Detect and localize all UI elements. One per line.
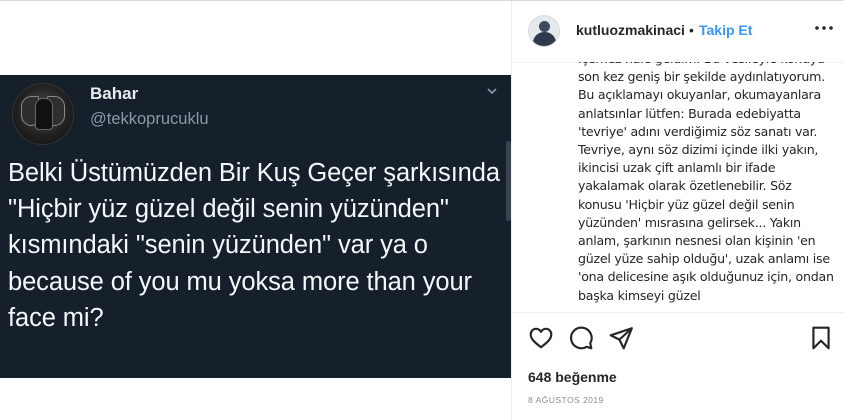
post-username[interactable]: kutluozmakinaci — [576, 22, 685, 38]
tweet-author-handle: @tekkoprucuklu — [90, 110, 209, 128]
chevron-down-icon — [487, 88, 497, 95]
action-bar — [512, 312, 844, 368]
tweet-avatar — [12, 83, 74, 145]
post-header: kutluozmakinaci • Takip Et — [512, 1, 844, 63]
instagram-post: Bahar @tekkoprucuklu Belki Üstümüzden Bi… — [0, 0, 844, 420]
comment-icon[interactable] — [568, 325, 594, 351]
follow-button[interactable]: Takip Et — [699, 22, 752, 38]
caption-scroll-area[interactable]: içemez hale geldim. Bu vesileyle konuyu … — [512, 62, 844, 311]
share-icon[interactable] — [608, 325, 634, 351]
tweet-author-name: Bahar — [90, 84, 139, 103]
bookmark-icon[interactable] — [808, 325, 834, 351]
post-date[interactable]: 8 AĞUSTOS 2019 — [528, 395, 604, 405]
more-icon[interactable] — [814, 24, 834, 32]
avatar[interactable] — [528, 15, 560, 47]
separator-dot: • — [689, 22, 694, 38]
caption-text: içemez hale geldim. Bu vesileyle konuyu … — [578, 62, 834, 303]
heart-icon[interactable] — [528, 325, 554, 351]
post-side-panel: kutluozmakinaci • Takip Et içemez hale g… — [511, 1, 844, 420]
tweet-text: Belki Üstümüzden Bir Kuş Geçer şarkısınd… — [8, 159, 500, 332]
like-count[interactable]: 648 beğenme — [528, 369, 617, 385]
post-media-tweet-screenshot: Bahar @tekkoprucuklu Belki Üstümüzden Bi… — [0, 75, 511, 378]
